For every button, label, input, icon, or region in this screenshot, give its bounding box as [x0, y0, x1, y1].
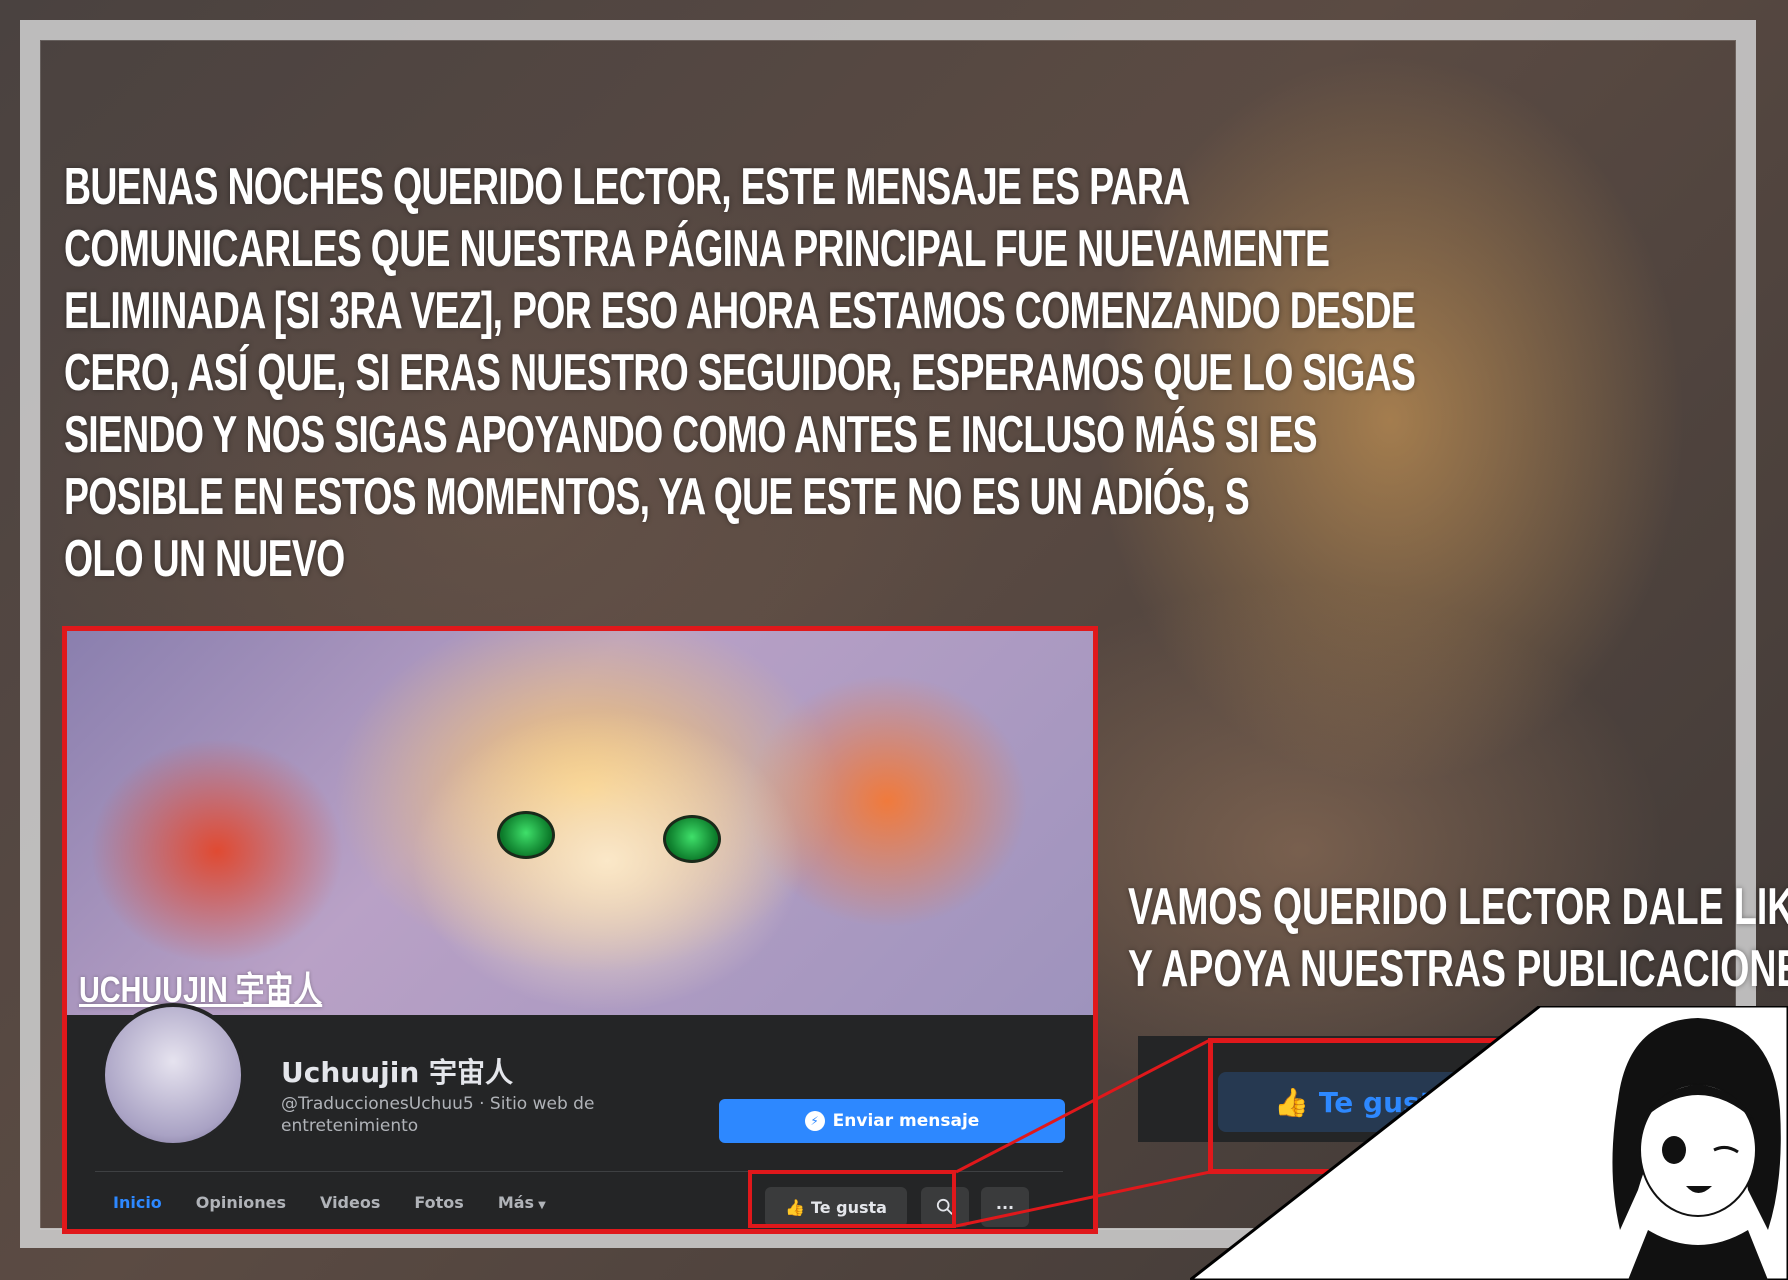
tab-inicio[interactable]: Inicio [113, 1193, 162, 1212]
cover-art-eye [663, 815, 721, 863]
page-tabs: Inicio Opiniones Videos Fotos Más ▼ [113, 1193, 546, 1212]
more-options-button[interactable]: ··· [981, 1187, 1029, 1227]
page-avatar[interactable] [101, 1003, 245, 1147]
announcement-line: SIENDO Y NOS SIGAS APOYANDO COMO ANTES E… [64, 406, 1318, 464]
tab-opiniones[interactable]: Opiniones [196, 1193, 286, 1212]
caret-down-icon: ▼ [538, 1200, 546, 1211]
announcement-line: BUENAS NOCHES QUERIDO LECTOR, ESTE MENSA… [64, 158, 1190, 216]
manga-girl-illustration [1612, 1018, 1781, 1280]
send-message-button[interactable]: ⚡ Enviar mensaje [719, 1099, 1065, 1143]
tab-mas[interactable]: Más ▼ [498, 1193, 546, 1212]
tab-mas-label: Más [497, 1193, 535, 1212]
cover-watermark: UCHUUJIN 宇宙人 [79, 969, 323, 1010]
tab-fotos[interactable]: Fotos [414, 1193, 463, 1212]
like-highlight-small [748, 1170, 956, 1228]
cover-photo: UCHUUJIN 宇宙人 [67, 631, 1093, 1015]
tab-videos[interactable]: Videos [320, 1193, 380, 1212]
page-name[interactable]: Uchuujin 宇宙人 [281, 1051, 513, 1091]
cta-line: Y APOYA NUESTRAS PUBLICACIONES. [1128, 940, 1788, 998]
announcement-line: OLO UN NUEVO [64, 530, 345, 588]
messenger-icon: ⚡ [804, 1111, 825, 1131]
announcement-line: COMUNICARLES QUE NUESTRA PÁGINA PRINCIPA… [64, 220, 1330, 278]
announcement-line: ELIMINADA [SI 3RA VEZ], POR ESO AHORA ES… [64, 282, 1416, 340]
send-message-label: Enviar mensaje [832, 1111, 980, 1131]
announcement-line: POSIBLE EN ESTOS MOMENTOS, YA QUE ESTE N… [64, 468, 1250, 526]
announcement-line: CERO, ASÍ QUE, SI ERAS NUESTRO SEGUIDOR,… [64, 344, 1416, 402]
cta-line: VAMOS QUERIDO LECTOR DALE LIKE [1128, 878, 1788, 936]
facebook-page-screenshot: UCHUUJIN 宇宙人 Uchuujin 宇宙人 @TraduccionesU… [62, 626, 1098, 1234]
call-to-action-text: VAMOS QUERIDO LECTOR DALE LIKE Y APOYA N… [1128, 876, 1788, 1000]
cover-art-eye [497, 811, 555, 859]
more-icon: ··· [995, 1197, 1015, 1217]
announcement-text: BUENAS NOCHES QUERIDO LECTOR, ESTE MENSA… [64, 156, 1416, 590]
page-handle: @TraduccionesUchuu5 · Sitio web de entre… [281, 1094, 595, 1136]
